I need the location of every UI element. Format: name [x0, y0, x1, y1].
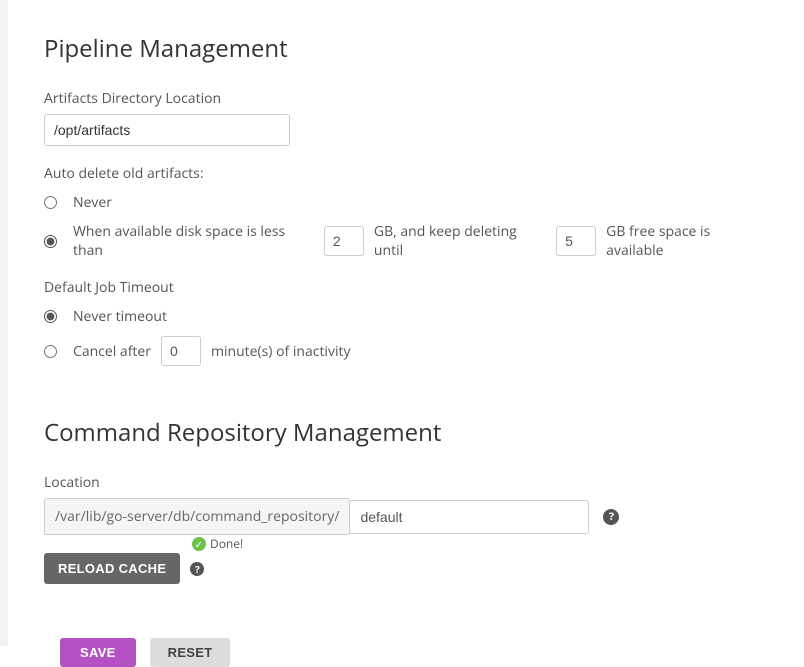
job-timeout-label: Default Job Timeout — [44, 278, 768, 297]
cancel-after-prefix: Cancel after — [73, 342, 151, 361]
disk-threshold-input[interactable] — [324, 226, 364, 256]
never-timeout-label: Never timeout — [73, 307, 167, 326]
disk-target-input[interactable] — [556, 226, 596, 256]
auto-delete-when-radio[interactable] — [44, 235, 57, 248]
auto-delete-when-prefix: When available disk space is less than — [73, 222, 314, 260]
check-icon: ✓ — [192, 537, 206, 551]
location-input[interactable] — [349, 500, 589, 534]
cancel-after-suffix: minute(s) of inactivity — [211, 342, 351, 361]
reload-cache-button[interactable]: RELOAD CACHE — [44, 553, 180, 584]
auto-delete-label: Auto delete old artifacts: — [44, 164, 768, 183]
auto-delete-never-label: Never — [73, 193, 112, 212]
settings-page: Pipeline Management Artifacts Directory … — [0, 0, 804, 646]
reset-button[interactable]: RESET — [150, 638, 231, 667]
auto-delete-never-radio[interactable] — [44, 196, 57, 209]
help-icon[interactable]: ? — [190, 562, 204, 576]
auto-delete-gb-mid: GB, and keep deleting until — [374, 222, 546, 260]
location-label: Location — [44, 473, 768, 492]
artifacts-directory-label: Artifacts Directory Location — [44, 89, 768, 108]
pipeline-management-title: Pipeline Management — [44, 32, 768, 65]
location-prefix: /var/lib/go-server/db/command_repository… — [44, 498, 349, 535]
help-icon[interactable]: ? — [603, 509, 619, 525]
done-badge: ✓ Done! — [192, 535, 243, 552]
cancel-after-radio[interactable] — [44, 345, 57, 358]
cancel-minutes-input[interactable] — [161, 336, 201, 366]
done-label: Done! — [210, 535, 243, 552]
auto-delete-gb-suffix: GB free space is available — [606, 222, 768, 260]
save-button[interactable]: SAVE — [60, 638, 136, 667]
command-repo-title: Command Repository Management — [44, 416, 768, 449]
artifacts-directory-input[interactable] — [44, 114, 290, 146]
never-timeout-radio[interactable] — [44, 310, 57, 323]
